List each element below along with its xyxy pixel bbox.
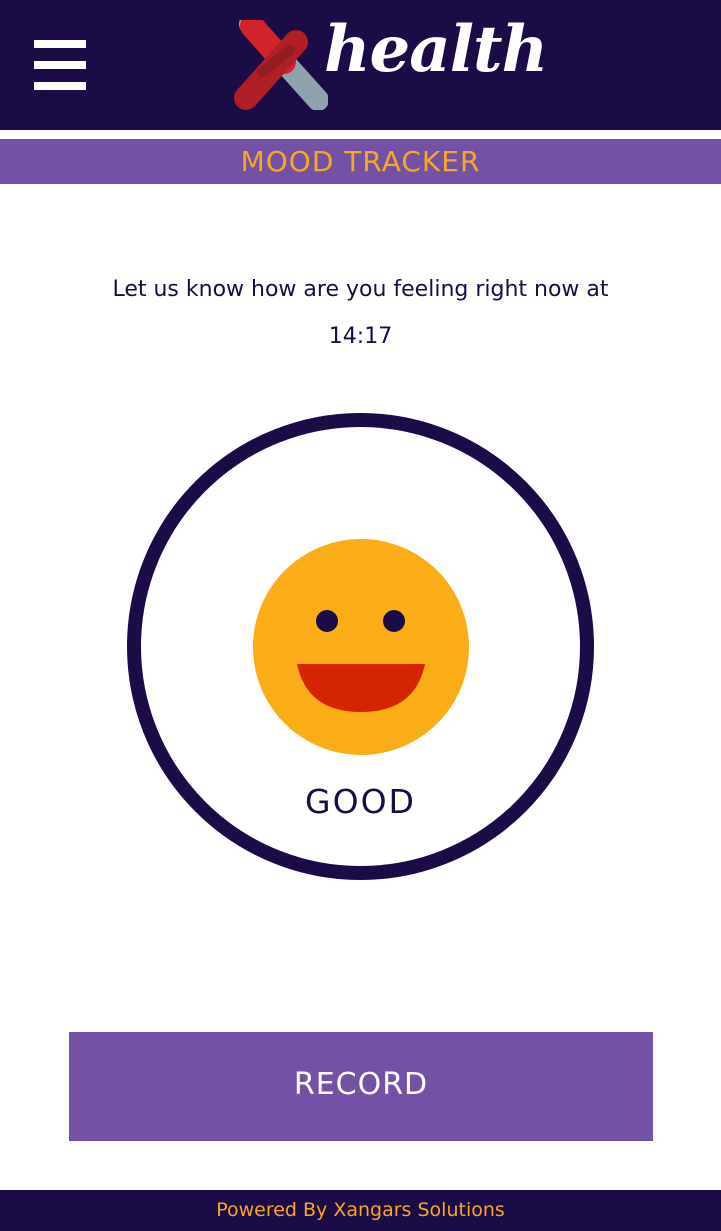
- smiley-face-icon[interactable]: [252, 538, 470, 760]
- record-button-label: RECORD: [293, 1067, 429, 1102]
- logo-text: health: [324, 12, 548, 87]
- x-mark-logo-icon: [234, 20, 328, 110]
- app-header: health: [0, 0, 721, 130]
- record-button[interactable]: RECORD: [69, 1032, 653, 1141]
- mood-prompt: Let us know how are you feeling right no…: [60, 270, 661, 362]
- app-footer: Powered By Xangars Solutions: [0, 1190, 721, 1231]
- menu-bar: [34, 61, 86, 69]
- page-title-bar: MOOD TRACKER: [0, 139, 721, 184]
- footer-text: Powered By Xangars Solutions: [216, 1199, 505, 1221]
- app-logo: health: [232, 12, 548, 110]
- menu-bar: [34, 82, 86, 90]
- prompt-text: Let us know how are you feeling right no…: [112, 277, 609, 302]
- mood-label: GOOD: [305, 782, 416, 821]
- menu-bar: [34, 40, 86, 48]
- page-title: MOOD TRACKER: [240, 145, 481, 178]
- current-time: 14:17: [328, 324, 393, 349]
- hamburger-menu-icon[interactable]: [34, 40, 86, 90]
